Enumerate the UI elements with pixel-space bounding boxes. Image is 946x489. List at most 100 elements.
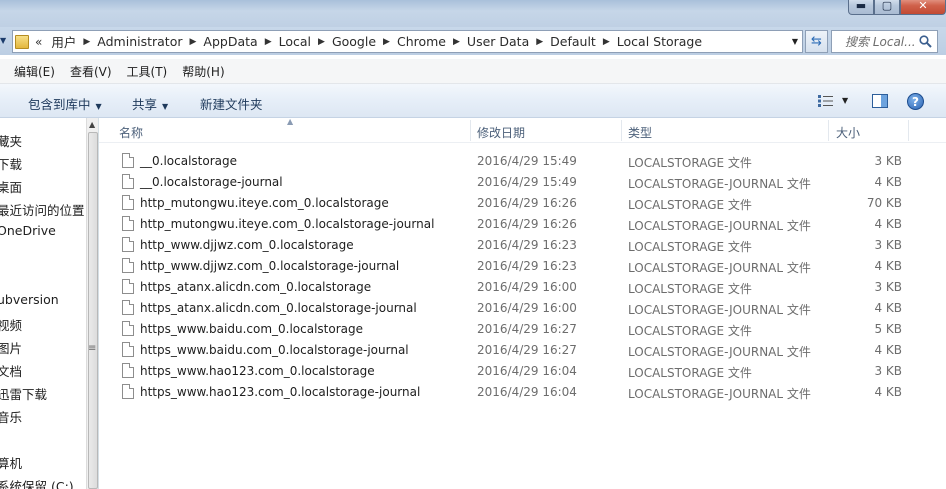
file-type: LOCALSTORAGE 文件 — [628, 324, 752, 338]
scroll-up-icon[interactable]: ▲ — [89, 120, 95, 129]
file-size: 4 KB — [874, 301, 902, 315]
file-name: https_www.hao123.com_0.localstorage-jour… — [140, 385, 421, 399]
file-name: https_www.hao123.com_0.localstorage — [140, 364, 375, 378]
menu-bar: 编辑(E) 查看(V) 工具(T) 帮助(H) — [0, 59, 946, 84]
scrollbar-thumb[interactable] — [88, 132, 98, 489]
include-in-library-label: 包含到库中 — [28, 97, 91, 112]
chevron-right-icon[interactable]: ▶ — [536, 37, 543, 47]
chevron-right-icon[interactable]: ▶ — [265, 37, 272, 47]
menu-help[interactable]: 帮助(H) — [182, 63, 224, 80]
file-row[interactable]: https_www.baidu.com_0.localstorage-journ… — [99, 340, 946, 361]
breadcrumb-item[interactable]: User Data — [467, 34, 529, 49]
nav-item-music[interactable]: 音乐 — [0, 407, 22, 426]
minimize-button[interactable]: ▬ — [848, 0, 874, 15]
share-button[interactable]: 共享 ▼ — [132, 94, 168, 113]
file-row[interactable]: http_www.djjwz.com_0.localstorage-journa… — [99, 256, 946, 277]
chevron-right-icon[interactable]: ▶ — [453, 37, 460, 47]
column-header-type[interactable]: 类型 — [628, 124, 652, 141]
file-row[interactable]: https_atanx.alicdn.com_0.localstorage 20… — [99, 277, 946, 298]
column-header-name[interactable]: 名称 — [119, 124, 143, 141]
nav-item-favorites[interactable]: 藏夹 — [0, 131, 22, 150]
file-name: __0.localstorage-journal — [140, 175, 283, 189]
nav-item-desktop[interactable]: 桌面 — [0, 177, 22, 196]
breadcrumb-item[interactable]: AppData — [203, 34, 257, 49]
chevron-right-icon[interactable]: ▶ — [383, 37, 390, 47]
file-icon — [122, 174, 134, 189]
chevron-down-icon: ▼ — [162, 102, 169, 111]
breadcrumb-item-current[interactable]: Local Storage — [617, 34, 702, 49]
close-button[interactable]: ✕ — [900, 0, 946, 15]
refresh-button[interactable]: ⇆ — [805, 30, 828, 53]
column-header-size[interactable]: 大小 — [836, 124, 860, 141]
column-header-date[interactable]: 修改日期 — [477, 124, 525, 141]
search-box[interactable] — [831, 30, 938, 53]
column-divider[interactable] — [828, 120, 829, 141]
file-row[interactable]: https_atanx.alicdn.com_0.localstorage-jo… — [99, 298, 946, 319]
file-date: 2016/4/29 15:49 — [477, 154, 577, 168]
nav-item-pictures[interactable]: 图片 — [0, 338, 22, 357]
file-row[interactable]: __0.localstorage 2016/4/29 15:49 LOCALST… — [99, 151, 946, 172]
change-view-icon[interactable] — [818, 95, 833, 107]
nav-item-downloads[interactable]: 下载 — [0, 154, 22, 173]
nav-item-computer[interactable]: 算机 — [0, 453, 22, 472]
file-size: 70 KB — [866, 196, 902, 210]
nav-item-recent-places[interactable]: 最近访问的位置 — [0, 200, 85, 219]
breadcrumb-item[interactable]: Local — [279, 34, 311, 49]
nav-item-onedrive[interactable]: OneDrive — [0, 223, 56, 238]
search-input[interactable] — [845, 34, 915, 49]
file-row[interactable]: https_www.baidu.com_0.localstorage 2016/… — [99, 319, 946, 340]
column-headers: ▲ 名称 修改日期 类型 大小 — [99, 117, 946, 143]
nav-item-system-reserved-drive[interactable]: 系统保留 (C:) — [0, 476, 74, 489]
breadcrumb-item[interactable]: 用户 — [51, 32, 76, 51]
file-name: https_www.baidu.com_0.localstorage-journ… — [140, 343, 409, 357]
include-in-library-button[interactable]: 包含到库中 ▼ — [28, 94, 102, 113]
file-size: 4 KB — [874, 175, 902, 189]
chevron-right-icon[interactable]: ▶ — [318, 37, 325, 47]
file-date: 2016/4/29 16:26 — [477, 196, 577, 210]
chevron-right-icon[interactable]: ▶ — [603, 37, 610, 47]
file-date: 2016/4/29 16:27 — [477, 343, 577, 357]
nav-item-subversion[interactable]: ubversion — [0, 292, 59, 307]
search-icon[interactable] — [919, 35, 932, 48]
column-divider[interactable] — [908, 120, 909, 141]
menu-view[interactable]: 查看(V) — [70, 63, 112, 80]
view-options-dropdown-icon[interactable]: ▼ — [842, 96, 848, 105]
file-icon — [122, 300, 134, 315]
breadcrumb-overflow-button[interactable]: « — [35, 35, 42, 49]
address-bar[interactable]: « 用户 ▶ Administrator ▶ AppData ▶ Local ▶ Goo… — [12, 30, 803, 53]
nav-item-videos[interactable]: 视频 — [0, 315, 22, 334]
breadcrumb-item[interactable]: Chrome — [397, 34, 446, 49]
file-type: LOCALSTORAGE-JOURNAL 文件 — [628, 345, 811, 359]
menu-edit[interactable]: 编辑(E) — [14, 63, 55, 80]
menu-tools[interactable]: 工具(T) — [127, 63, 168, 80]
breadcrumb-item[interactable]: Default — [550, 34, 596, 49]
file-name: https_atanx.alicdn.com_0.localstorage — [140, 280, 372, 294]
column-divider[interactable] — [470, 120, 471, 141]
file-row[interactable]: __0.localstorage-journal 2016/4/29 15:49… — [99, 172, 946, 193]
file-date: 2016/4/29 16:26 — [477, 217, 577, 231]
preview-pane-icon[interactable] — [872, 94, 888, 108]
breadcrumb-item[interactable]: Google — [332, 34, 376, 49]
file-row[interactable]: https_www.hao123.com_0.localstorage 2016… — [99, 361, 946, 382]
recent-pages-dropdown-icon[interactable]: ▼ — [0, 36, 6, 45]
column-divider[interactable] — [621, 120, 622, 141]
file-row[interactable]: https_www.hao123.com_0.localstorage-jour… — [99, 382, 946, 403]
file-row[interactable]: http_mutongwu.iteye.com_0.localstorage 2… — [99, 193, 946, 214]
navigation-scrollbar[interactable]: ▲ ≡ — [86, 118, 98, 489]
nav-item-documents[interactable]: 文档 — [0, 361, 22, 380]
file-icon — [122, 258, 134, 273]
chevron-right-icon[interactable]: ▶ — [190, 37, 197, 47]
address-history-dropdown-icon[interactable]: ▼ — [792, 37, 798, 46]
file-row[interactable]: http_mutongwu.iteye.com_0.localstorage-j… — [99, 214, 946, 235]
chevron-right-icon[interactable]: ▶ — [83, 37, 90, 47]
nav-item-thunder-downloads[interactable]: 迅雷下载 — [0, 384, 47, 403]
maximize-button[interactable]: ▢ — [874, 0, 900, 15]
share-label: 共享 — [132, 97, 158, 112]
file-row[interactable]: http_www.djjwz.com_0.localstorage 2016/4… — [99, 235, 946, 256]
file-size: 3 KB — [874, 154, 902, 168]
file-type: LOCALSTORAGE-JOURNAL 文件 — [628, 261, 811, 275]
file-icon — [122, 153, 134, 168]
new-folder-button[interactable]: 新建文件夹 — [200, 94, 263, 113]
help-icon[interactable]: ? — [907, 93, 924, 110]
breadcrumb-item[interactable]: Administrator — [97, 34, 182, 49]
